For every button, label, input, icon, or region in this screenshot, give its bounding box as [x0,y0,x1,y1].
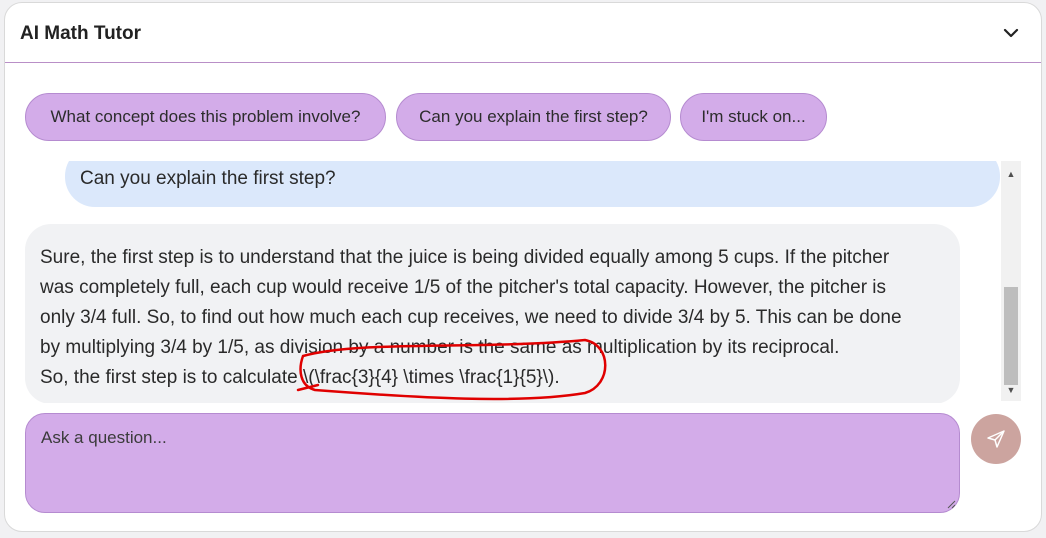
scroll-up-arrow-icon[interactable]: ▲ [1001,165,1021,183]
send-icon [987,430,1005,448]
header: AI Math Tutor [5,3,1041,63]
assistant-message-line: only 3/4 full. So, to find out how much … [40,307,902,328]
chevron-down-icon[interactable] [1001,23,1021,43]
suggestion-chip-concept[interactable]: What concept does this problem involve? [25,93,386,141]
assistant-message-line: was completely full, each cup would rece… [40,277,887,298]
page-title: AI Math Tutor [20,23,142,44]
resize-handle-icon[interactable] [946,499,956,509]
send-button[interactable] [971,414,1021,464]
assistant-message: Sure, the first step is to understand th… [25,224,960,403]
user-message: Can you explain the first step? [65,161,1000,207]
scroll-down-arrow-icon[interactable]: ▼ [1001,381,1021,399]
question-input[interactable] [26,414,959,512]
suggestion-chip-first-step[interactable]: Can you explain the first step? [396,93,671,141]
assistant-message-line: So, the first step is to calculate \(\fr… [40,367,560,388]
chat-panel: AI Math Tutor What concept does this pro… [4,2,1042,532]
chat-scrollbar[interactable]: ▲ ▼ [1001,161,1021,401]
scroll-thumb[interactable] [1004,287,1018,385]
assistant-message-line: Sure, the first step is to understand th… [40,247,890,268]
assistant-message-line: by multiplying 3/4 by 1/5, as division b… [40,337,840,358]
question-input-container[interactable] [25,413,960,513]
suggestion-chip-stuck[interactable]: I'm stuck on... [680,93,827,141]
chat-messages: Can you explain the first step? Sure, th… [25,161,1021,403]
